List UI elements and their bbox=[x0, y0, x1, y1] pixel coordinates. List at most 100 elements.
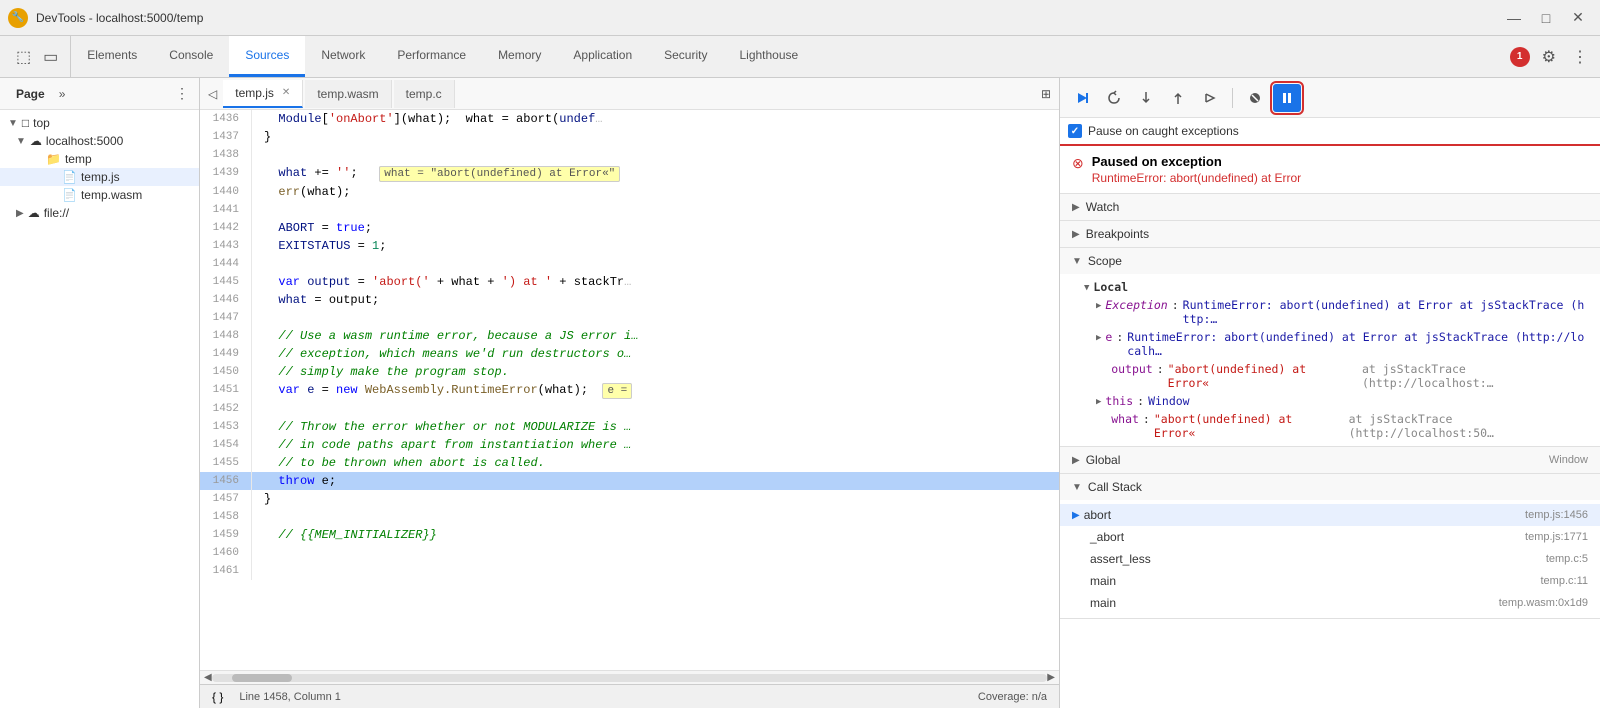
step-over-button[interactable] bbox=[1100, 84, 1128, 112]
callstack-name: abort bbox=[1084, 508, 1521, 522]
tab-close-icon[interactable]: ✕ bbox=[282, 87, 290, 98]
tree-label: temp bbox=[65, 152, 92, 166]
cursor-position: Line 1458, Column 1 bbox=[239, 691, 341, 703]
debugger-panel: Pause on caught exceptions ⊗ Paused on e… bbox=[1060, 78, 1600, 708]
more-options-icon[interactable]: ⋮ bbox=[1568, 43, 1592, 71]
page-tab[interactable]: Page bbox=[8, 85, 53, 103]
scope-item-exception[interactable]: ▶ Exception : RuntimeError: abort(undefi… bbox=[1060, 296, 1600, 328]
callstack-item-abort[interactable]: ▶ abort temp.js:1456 bbox=[1060, 504, 1600, 526]
tab-console[interactable]: Console bbox=[153, 36, 229, 77]
scroll-thumb[interactable] bbox=[232, 674, 292, 682]
scroll-right-btn[interactable]: ▶ bbox=[1047, 672, 1055, 683]
coverage-status: Coverage: n/a bbox=[978, 691, 1047, 703]
code-tab-tempjs[interactable]: temp.js ✕ bbox=[223, 80, 303, 108]
minimize-button[interactable]: — bbox=[1500, 8, 1528, 28]
step-into-button[interactable] bbox=[1132, 84, 1160, 112]
tree-label: temp.wasm bbox=[81, 188, 142, 202]
chevron-icon: ▶ bbox=[16, 208, 24, 219]
global-label: Global bbox=[1086, 453, 1121, 467]
deactivate-breakpoints-button[interactable] bbox=[1241, 84, 1269, 112]
tree-item-temp[interactable]: 📁 temp bbox=[0, 150, 199, 168]
breakpoints-header[interactable]: ▶ Breakpoints bbox=[1060, 221, 1600, 247]
tab-elements[interactable]: Elements bbox=[71, 36, 153, 77]
watch-arrow-icon: ▶ bbox=[1072, 202, 1080, 213]
inspect-icon[interactable]: ⬚ bbox=[12, 43, 35, 71]
scope-item-this[interactable]: ▶ this : Window bbox=[1060, 392, 1600, 410]
tree-label: file:// bbox=[44, 206, 69, 220]
code-tab-tempwasm[interactable]: temp.wasm bbox=[305, 80, 391, 108]
callstack-item-main1[interactable]: main temp.c:11 bbox=[1060, 570, 1600, 592]
expand-icon: ▶ bbox=[1096, 301, 1101, 311]
prop-value: RuntimeError: abort(undefined) at Error … bbox=[1127, 330, 1588, 358]
sidebar-header: Page » ⋮ bbox=[0, 78, 199, 110]
callstack-name: assert_less bbox=[1090, 552, 1542, 566]
tab-application[interactable]: Application bbox=[557, 36, 648, 77]
code-line: 1450 // simply make the program stop. bbox=[200, 363, 1059, 381]
code-nav-back[interactable]: ◁ bbox=[204, 83, 221, 105]
expand-icon: ▶ bbox=[1096, 333, 1101, 343]
tab-security[interactable]: Security bbox=[648, 36, 723, 77]
pause-exceptions-checkbox[interactable] bbox=[1068, 124, 1082, 138]
tab-performance[interactable]: Performance bbox=[381, 36, 482, 77]
pause-on-exceptions-button[interactable] bbox=[1273, 84, 1301, 112]
tab-sources[interactable]: Sources bbox=[229, 36, 305, 77]
device-icon[interactable]: ▭ bbox=[39, 43, 62, 71]
global-header[interactable]: ▶ Global Window bbox=[1060, 447, 1600, 473]
scroll-track[interactable] bbox=[212, 674, 1048, 682]
code-line: 1458 bbox=[200, 508, 1059, 526]
callstack-item-main2[interactable]: main temp.wasm:0x1d9 bbox=[1060, 592, 1600, 614]
settings-icon[interactable]: ⚙ bbox=[1538, 43, 1560, 71]
step-out-button[interactable] bbox=[1164, 84, 1192, 112]
scope-arrow-icon: ▼ bbox=[1072, 256, 1082, 267]
sidebar-menu-icon[interactable]: ⋮ bbox=[173, 83, 191, 104]
statusbar: { } Line 1458, Column 1 Coverage: n/a bbox=[200, 684, 1059, 708]
code-tab-tempc[interactable]: temp.c bbox=[394, 80, 455, 108]
tab-network[interactable]: Network bbox=[305, 36, 381, 77]
scroll-left-btn[interactable]: ◀ bbox=[204, 672, 212, 683]
tab-memory[interactable]: Memory bbox=[482, 36, 557, 77]
cloud-icon: ☁ bbox=[28, 206, 40, 220]
callstack-loc: temp.js:1456 bbox=[1525, 509, 1588, 521]
scope-item-what[interactable]: what : "abort(undefined) at Error« at js… bbox=[1060, 410, 1600, 442]
step-button[interactable] bbox=[1196, 84, 1224, 112]
scope-header[interactable]: ▼ Scope bbox=[1060, 248, 1600, 274]
callstack-item-assert[interactable]: assert_less temp.c:5 bbox=[1060, 548, 1600, 570]
callstack-name: _abort bbox=[1090, 530, 1521, 544]
tree-item-tempjs[interactable]: 📄 temp.js bbox=[0, 168, 199, 186]
format-toggle-btn[interactable]: { } bbox=[212, 690, 223, 704]
global-value: Window bbox=[1549, 454, 1588, 466]
code-line: 1436 Module['onAbort'](what); what = abo… bbox=[200, 110, 1059, 128]
main-area: Page » ⋮ ▼ □ top ▼ ☁ localhost:5000 📁 te… bbox=[0, 78, 1600, 708]
code-tabs: ◁ temp.js ✕ temp.wasm temp.c ⊞ bbox=[200, 78, 1059, 110]
watch-header[interactable]: ▶ Watch bbox=[1060, 194, 1600, 220]
prop-name: what bbox=[1111, 412, 1139, 426]
resume-button[interactable] bbox=[1068, 84, 1096, 112]
scope-local-header[interactable]: ▼ Local bbox=[1060, 278, 1600, 296]
code-content[interactable]: 1436 Module['onAbort'](what); what = abo… bbox=[200, 110, 1059, 670]
tab-label: temp.c bbox=[406, 87, 442, 101]
tab-lighthouse[interactable]: Lighthouse bbox=[723, 36, 814, 77]
scope-item-e[interactable]: ▶ e : RuntimeError: abort(undefined) at … bbox=[1060, 328, 1600, 360]
tree-item-file[interactable]: ▶ ☁ file:// bbox=[0, 204, 199, 222]
callstack-header[interactable]: ▼ Call Stack bbox=[1060, 474, 1600, 500]
maximize-button[interactable]: □ bbox=[1532, 8, 1560, 28]
titlebar: 🔧 DevTools - localhost:5000/temp — □ ✕ bbox=[0, 0, 1600, 36]
code-line: 1459 // {{MEM_INITIALIZER}} bbox=[200, 526, 1059, 544]
tree-item-top[interactable]: ▼ □ top bbox=[0, 114, 199, 132]
sidebar-more-icon[interactable]: » bbox=[57, 85, 68, 103]
tree-item-tempwasm[interactable]: 📄 temp.wasm bbox=[0, 186, 199, 204]
callstack-current-icon: ▶ bbox=[1072, 510, 1080, 521]
file-sidebar: Page » ⋮ ▼ □ top ▼ ☁ localhost:5000 📁 te… bbox=[0, 78, 200, 708]
callstack-content: ▶ abort temp.js:1456 _abort temp.js:1771… bbox=[1060, 500, 1600, 618]
scope-item-output[interactable]: output : "abort(undefined) at Error« at … bbox=[1060, 360, 1600, 392]
pause-exceptions-label: Pause on caught exceptions bbox=[1088, 124, 1239, 138]
format-icon[interactable]: ⊞ bbox=[1037, 83, 1055, 105]
callstack-item-abort2[interactable]: _abort temp.js:1771 bbox=[1060, 526, 1600, 548]
wasm-file-icon: 📄 bbox=[62, 188, 77, 202]
exception-title: Paused on exception bbox=[1092, 154, 1301, 169]
tree-item-localhost[interactable]: ▼ ☁ localhost:5000 bbox=[0, 132, 199, 150]
prop-value: Window bbox=[1148, 394, 1190, 408]
devtools-icons: ⬚ ▭ bbox=[4, 36, 71, 77]
close-button[interactable]: ✕ bbox=[1564, 8, 1592, 28]
horizontal-scrollbar[interactable]: ◀ ▶ bbox=[200, 670, 1059, 684]
